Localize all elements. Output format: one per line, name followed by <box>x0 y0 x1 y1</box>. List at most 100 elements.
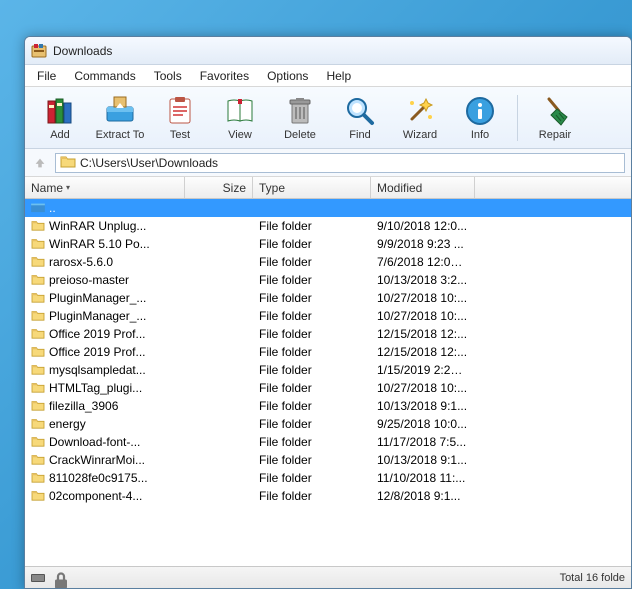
table-row[interactable]: filezilla_3906File folder10/13/2018 9:1.… <box>25 397 631 415</box>
file-name: WinRAR Unplug... <box>49 219 146 233</box>
table-row[interactable]: energyFile folder9/25/2018 10:0... <box>25 415 631 433</box>
delete-label: Delete <box>284 129 316 141</box>
table-row[interactable]: preioso-masterFile folder10/13/2018 3:2.… <box>25 271 631 289</box>
header-type[interactable]: Type <box>253 177 371 198</box>
disk-icon <box>31 572 49 584</box>
file-name: rarosx-5.6.0 <box>49 255 113 269</box>
file-modified: 10/13/2018 9:1... <box>371 453 475 467</box>
file-modified: 10/13/2018 3:2... <box>371 273 475 287</box>
magnifier-icon <box>344 95 376 127</box>
up-arrow-icon[interactable] <box>31 154 49 172</box>
folder-icon <box>31 453 45 468</box>
file-type: File folder <box>253 363 371 377</box>
test-button[interactable]: Test <box>153 90 207 146</box>
file-modified: 11/10/2018 11:... <box>371 471 475 485</box>
table-row[interactable]: PluginManager_...File folder10/27/2018 1… <box>25 307 631 325</box>
table-row[interactable]: CrackWinrarMoi...File folder10/13/2018 9… <box>25 451 631 469</box>
folder-icon <box>31 255 45 270</box>
status-right: Total 16 folde <box>560 572 625 584</box>
table-row[interactable]: Office 2019 Prof...File folder12/15/2018… <box>25 325 631 343</box>
app-window: Downloads File Commands Tools Favorites … <box>24 36 632 589</box>
file-modified: 10/27/2018 10:... <box>371 381 475 395</box>
header-modified[interactable]: Modified <box>371 177 475 198</box>
table-row[interactable]: PluginManager_... File folder10/27/2018 1… <box>25 289 631 307</box>
file-modified: 10/27/2018 10:... <box>371 291 475 305</box>
table-row[interactable]: HTMLTag_plugi...File folder10/27/2018 10… <box>25 379 631 397</box>
table-row[interactable]: mysqlsampledat...File folder1/15/2019 2:… <box>25 361 631 379</box>
menu-help[interactable]: Help <box>318 67 359 85</box>
file-name: energy <box>49 417 86 431</box>
table-row[interactable]: Download-font-... File folder11/17/2018 7… <box>25 433 631 451</box>
view-label: View <box>228 129 252 141</box>
books-stack-icon <box>44 95 76 127</box>
menu-favorites[interactable]: Favorites <box>192 67 257 85</box>
table-row[interactable]: 02component-4...File folder12/8/2018 9:1… <box>25 487 631 505</box>
sort-indicator-icon: ▾ <box>66 183 70 192</box>
folder-icon <box>31 219 45 234</box>
menu-tools[interactable]: Tools <box>146 67 190 85</box>
file-modified: 9/9/2018 9:23 ... <box>371 237 475 251</box>
file-modified: 10/27/2018 10:... <box>371 309 475 323</box>
menu-commands[interactable]: Commands <box>66 67 143 85</box>
address-bar: C:\Users\User\Downloads <box>25 149 631 177</box>
find-button[interactable]: Find <box>333 90 387 146</box>
folder-icon <box>31 273 45 288</box>
clipboard-icon <box>164 95 196 127</box>
lock-icon <box>52 572 70 584</box>
parent-folder-icon <box>31 201 45 216</box>
add-label: Add <box>50 129 70 141</box>
folder-icon <box>31 237 45 252</box>
file-type: File folder <box>253 309 371 323</box>
extract-button[interactable]: Extract To <box>93 90 147 146</box>
file-modified: 9/25/2018 10:0... <box>371 417 475 431</box>
header-size[interactable]: Size <box>185 177 253 198</box>
file-modified: 1/15/2019 2:21 ... <box>371 363 475 377</box>
wizard-label: Wizard <box>403 129 437 141</box>
path-text: C:\Users\User\Downloads <box>80 156 218 170</box>
file-name: Download-font-... <box>49 435 140 449</box>
file-name: .. <box>49 201 56 215</box>
folder-icon <box>31 381 45 396</box>
folder-icon <box>31 291 45 306</box>
status-bar: Total 16 folde <box>25 566 631 588</box>
header-name[interactable]: Name ▾ <box>25 177 185 198</box>
file-type: File folder <box>253 345 371 359</box>
folder-icon <box>31 435 45 450</box>
file-name: filezilla_3906 <box>49 399 118 413</box>
file-type: File folder <box>253 273 371 287</box>
table-row[interactable]: WinRAR 5.10 Po...File folder9/9/2018 9:2… <box>25 235 631 253</box>
wizard-button[interactable]: Wizard <box>393 90 447 146</box>
title-bar[interactable]: Downloads <box>25 37 631 65</box>
delete-button[interactable]: Delete <box>273 90 327 146</box>
test-label: Test <box>170 129 190 141</box>
info-button[interactable]: Info <box>453 90 507 146</box>
file-modified: 11/17/2018 7:5... <box>371 435 475 449</box>
view-button[interactable]: View <box>213 90 267 146</box>
folder-icon <box>31 363 45 378</box>
file-list[interactable]: .. WinRAR Unplug...File folder9/10/2018 1… <box>25 199 631 566</box>
find-label: Find <box>349 129 370 141</box>
folder-icon <box>31 471 45 486</box>
menu-options[interactable]: Options <box>259 67 316 85</box>
file-type: File folder <box>253 291 371 305</box>
window-title: Downloads <box>53 44 112 58</box>
file-name: PluginManager_... <box>49 291 146 305</box>
column-headers: Name ▾ Size Type Modified <box>25 177 631 199</box>
toolbar: Add Extract To Test View Delete <box>25 87 631 149</box>
path-input[interactable]: C:\Users\User\Downloads <box>55 153 625 173</box>
file-type: File folder <box>253 381 371 395</box>
table-row[interactable]: rarosx-5.6.0File folder7/6/2018 12:02 ..… <box>25 253 631 271</box>
table-row[interactable]: WinRAR Unplug...File folder9/10/2018 12:… <box>25 217 631 235</box>
add-button[interactable]: Add <box>33 90 87 146</box>
file-modified: 12/15/2018 12:... <box>371 345 475 359</box>
folder-icon <box>31 417 45 432</box>
menu-file[interactable]: File <box>29 67 64 85</box>
repair-button[interactable]: Repair <box>528 90 582 146</box>
table-row[interactable]: Office 2019 Prof...File folder12/15/2018… <box>25 343 631 361</box>
app-icon <box>31 43 47 59</box>
file-type: File folder <box>253 471 371 485</box>
table-row[interactable]: .. <box>25 199 631 217</box>
extract-icon <box>104 95 136 127</box>
table-row[interactable]: 811028fe0c9175...File folder11/10/2018 1… <box>25 469 631 487</box>
file-type: File folder <box>253 435 371 449</box>
